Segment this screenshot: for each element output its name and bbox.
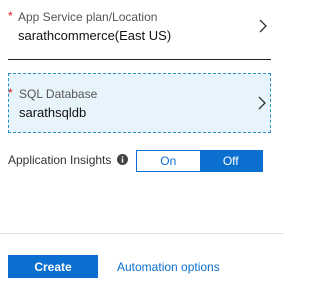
create-button[interactable]: Create [8, 255, 98, 278]
required-marker: * [8, 9, 13, 23]
toggle-on-option[interactable]: On [137, 151, 200, 171]
automation-options-link[interactable]: Automation options [117, 260, 220, 274]
toggle-off-option[interactable]: Off [199, 151, 262, 171]
app-service-plan-field[interactable]: * App Service plan/Location sarathcommer… [8, 0, 271, 60]
info-icon[interactable] [117, 154, 128, 165]
chevron-right-icon[interactable] [257, 18, 269, 34]
sql-database-field[interactable]: * SQL Database sarathsqldb [8, 73, 271, 133]
footer-divider [0, 233, 284, 234]
required-marker: * [8, 86, 13, 100]
create-form-panel: * App Service plan/Location sarathcommer… [0, 0, 284, 285]
app-service-plan-value: sarathcommerce(East US) [18, 28, 172, 43]
sql-database-label: SQL Database [19, 87, 98, 101]
app-service-plan-label: App Service plan/Location [18, 10, 158, 24]
chevron-right-icon[interactable] [256, 95, 268, 111]
sql-database-value: sarathsqldb [19, 105, 87, 120]
application-insights-row: Application Insights On Off [8, 150, 268, 172]
application-insights-toggle[interactable]: On Off [136, 150, 263, 172]
application-insights-label: Application Insights [8, 153, 112, 167]
